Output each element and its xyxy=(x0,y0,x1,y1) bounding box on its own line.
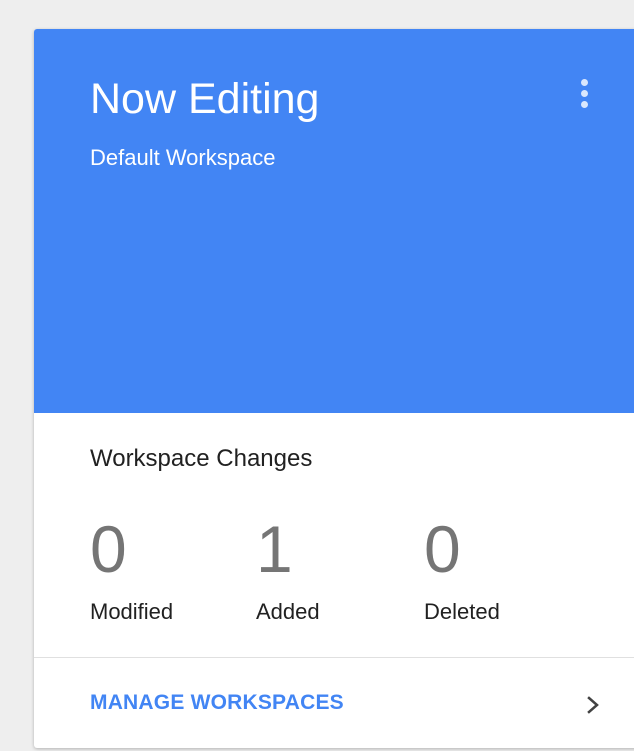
more-options-button[interactable] xyxy=(570,73,598,113)
workspace-name: Default Workspace xyxy=(90,145,276,170)
more-vert-icon-dot-2 xyxy=(580,89,588,97)
deleted-count: 0 xyxy=(424,512,461,586)
more-vert-icon-dot-3 xyxy=(580,100,588,108)
added-stat: 1 Added xyxy=(256,509,320,627)
workspace-card-header: Now Editing Default Workspace xyxy=(34,29,634,413)
workspace-changes-title: Workspace Changes xyxy=(90,445,313,472)
added-count: 1 xyxy=(256,512,293,586)
modified-label: Modified xyxy=(90,599,174,624)
deleted-stat: 0 Deleted xyxy=(424,509,500,627)
chevron-right-icon xyxy=(587,696,599,714)
card-title: Now Editing xyxy=(90,75,320,123)
more-vert-icon xyxy=(580,78,588,86)
manage-workspaces-label: MANAGE WORKSPACES xyxy=(90,691,344,714)
modified-stat: 0 Modified xyxy=(90,509,173,627)
deleted-label: Deleted xyxy=(424,599,500,624)
added-label: Added xyxy=(256,599,320,624)
workspace-card: Now Editing Default Workspace Workspace … xyxy=(34,29,634,748)
modified-count: 0 xyxy=(90,512,127,586)
manage-workspaces-link[interactable]: MANAGE WORKSPACES xyxy=(34,658,634,748)
